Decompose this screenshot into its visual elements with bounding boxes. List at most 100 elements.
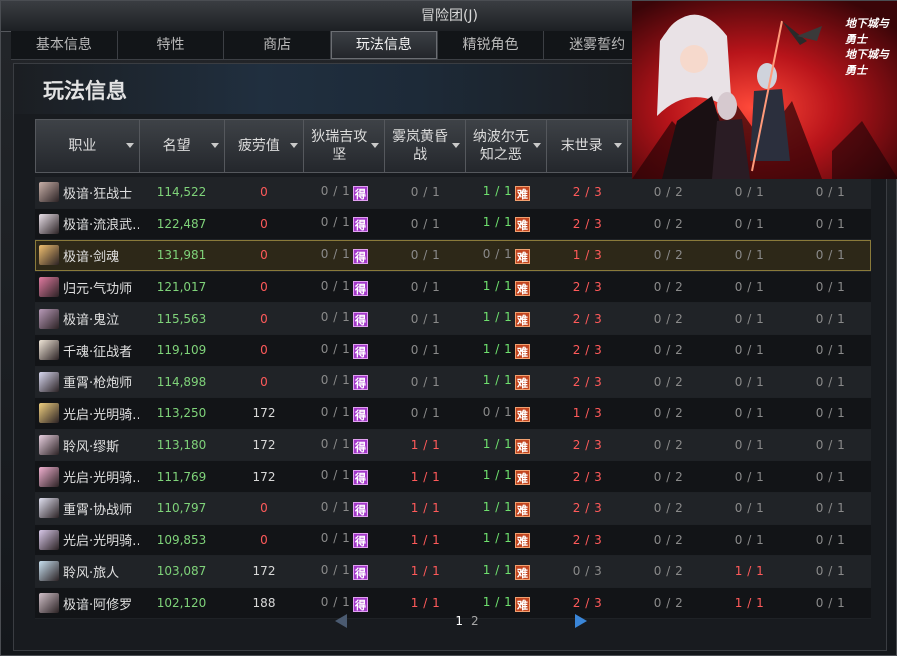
column-header-2[interactable]: 疲劳值 bbox=[225, 120, 305, 172]
progress-cell-q1: 0 / 1得 bbox=[304, 247, 385, 264]
progress-value: 0 / 1 bbox=[734, 185, 765, 200]
table-row[interactable]: 重霄·协战师 110,797 0 0 / 1得1 / 11 / 1难2 / 30 / … bbox=[35, 492, 871, 525]
tab-1[interactable]: 特性 bbox=[118, 31, 225, 59]
progress-cell-q1: 0 / 1得 bbox=[304, 373, 385, 391]
reward-badge-icon: 得 bbox=[353, 312, 369, 328]
progress-value: 1 / 1 bbox=[410, 596, 441, 611]
sort-arrow-icon[interactable] bbox=[290, 143, 299, 148]
progress-value: 0 / 2 bbox=[653, 469, 684, 484]
character-avatar-icon bbox=[39, 435, 59, 456]
reward-badge-icon: 得 bbox=[353, 375, 369, 391]
job-cell: 归元·气功师 bbox=[35, 277, 139, 298]
progress-cell-q7: 0 / 1 bbox=[790, 280, 871, 294]
progress-cell-q7: 0 / 1 bbox=[790, 533, 871, 547]
progress-cell-q7: 0 / 1 bbox=[790, 185, 871, 199]
prev-page-arrow-icon[interactable] bbox=[335, 614, 348, 628]
progress-value: 0 / 1 bbox=[734, 532, 765, 547]
progress-cell-q3: 1 / 1难 bbox=[466, 184, 547, 201]
progress-cell-q3: 1 / 1难 bbox=[466, 215, 547, 233]
fatigue-cell: 172 bbox=[252, 406, 276, 421]
tab-4[interactable]: 精锐角色 bbox=[438, 31, 545, 59]
pagination: 1 2 bbox=[331, 611, 591, 631]
progress-value: 0 / 2 bbox=[653, 438, 684, 453]
progress-value: 0 / 2 bbox=[653, 564, 684, 579]
tab-0[interactable]: 基本信息 bbox=[11, 31, 118, 59]
progress-value: 1 / 1 bbox=[734, 564, 765, 579]
sort-arrow-icon[interactable] bbox=[532, 143, 541, 148]
progress-cell-q1: 0 / 1得 bbox=[304, 500, 385, 517]
character-avatar-icon bbox=[39, 403, 59, 424]
progress-cell-q7: 0 / 1 bbox=[790, 217, 871, 231]
progress-value: 0 / 1 bbox=[410, 374, 441, 389]
progress-cell-q2: 0 / 1 bbox=[385, 217, 466, 231]
column-header-6[interactable]: 末世录 bbox=[547, 120, 628, 172]
progress-cell-q1: 0 / 1得 bbox=[304, 563, 385, 580]
progress-cell-q6: 0 / 1 bbox=[709, 438, 790, 452]
difficulty-badge-icon: 难 bbox=[515, 564, 531, 580]
page-number-2[interactable]: 2 bbox=[471, 614, 479, 628]
progress-cell-q5: 0 / 2 bbox=[628, 343, 709, 357]
fatigue-cell: 172 bbox=[252, 469, 276, 484]
job-name: 光启·光明骑… bbox=[63, 534, 139, 550]
tab-3[interactable]: 玩法信息 bbox=[331, 31, 438, 59]
progress-value: 0 / 1 bbox=[734, 343, 765, 358]
progress-value: 0 / 2 bbox=[653, 248, 684, 263]
page-number-current[interactable]: 1 bbox=[455, 614, 463, 628]
character-avatar-icon bbox=[39, 213, 59, 234]
progress-value: 0 / 1 bbox=[410, 406, 441, 421]
job-name: 千魂·征战者 bbox=[63, 344, 133, 360]
progress-value: 2 / 3 bbox=[572, 532, 603, 547]
column-header-label: 疲劳值 bbox=[237, 138, 280, 154]
fame-cell: 114,898 bbox=[156, 374, 207, 389]
progress-value: 0 / 1 bbox=[320, 310, 351, 325]
progress-cell-q3: 1 / 1难 bbox=[466, 595, 547, 612]
table-row[interactable]: 聆风·旅人 103,087 172 0 / 1得1 / 11 / 1难0 / 30 /… bbox=[35, 556, 871, 588]
fatigue-cell: 188 bbox=[252, 596, 276, 611]
character-avatar-icon bbox=[39, 371, 59, 392]
table-row[interactable]: 极谙·剑魂 131,981 0 0 / 1得0 / 10 / 1难1 / 30 / 2… bbox=[35, 240, 871, 272]
progress-cell-q1: 0 / 1得 bbox=[304, 215, 385, 233]
tab-2[interactable]: 商店 bbox=[224, 31, 332, 59]
job-name: 归元·气功师 bbox=[63, 281, 133, 297]
fame-cell: 115,563 bbox=[156, 311, 207, 326]
progress-cell-q5: 0 / 2 bbox=[628, 564, 709, 578]
progress-value: 0 / 1 bbox=[320, 341, 351, 356]
table-row[interactable]: 极谙·流浪武… 122,487 0 0 / 1得0 / 11 / 1难2 / 30 /… bbox=[35, 208, 871, 241]
table-row[interactable]: 千魂·征战者 119,109 0 0 / 1得0 / 11 / 1难2 / 30 / … bbox=[35, 334, 871, 367]
column-header-0[interactable]: 职业 bbox=[36, 120, 140, 172]
table-row[interactable]: 聆风·缪斯 113,180 172 0 / 1得1 / 11 / 1难2 / 30 /… bbox=[35, 429, 871, 462]
sort-arrow-icon[interactable] bbox=[451, 143, 460, 148]
progress-cell-q2: 1 / 1 bbox=[385, 596, 466, 610]
character-avatar-icon bbox=[39, 593, 59, 614]
table-row[interactable]: 极谙·狂战士 114,522 0 0 / 1得0 / 11 / 1难2 / 30 / … bbox=[35, 177, 871, 209]
difficulty-badge-icon: 难 bbox=[515, 248, 531, 264]
table-row[interactable]: 光启·光明骑… 111,769 172 0 / 1得1 / 11 / 1难2 / 30… bbox=[35, 461, 871, 493]
progress-cell-q6: 0 / 1 bbox=[709, 280, 790, 294]
table-row[interactable]: 光启·光明骑… 113,250 172 0 / 1得0 / 10 / 1难1 / 30… bbox=[35, 398, 871, 430]
column-header-4[interactable]: 雾岚黄昏战 bbox=[385, 120, 466, 172]
job-name: 极谙·鬼泣 bbox=[63, 313, 120, 329]
next-page-arrow-icon[interactable] bbox=[574, 614, 587, 628]
progress-value: 2 / 3 bbox=[572, 185, 603, 200]
progress-value: 1 / 1 bbox=[482, 310, 513, 325]
reward-badge-icon: 得 bbox=[353, 248, 369, 264]
column-header-3[interactable]: 狄瑞吉攻坚 bbox=[304, 120, 386, 172]
column-header-1[interactable]: 名望 bbox=[140, 120, 225, 172]
table-row[interactable]: 归元·气功师 121,017 0 0 / 1得0 / 11 / 1难2 / 30 / … bbox=[35, 271, 871, 304]
sort-arrow-icon[interactable] bbox=[125, 143, 134, 148]
progress-value: 0 / 1 bbox=[734, 280, 765, 295]
sort-arrow-icon[interactable] bbox=[210, 143, 219, 148]
progress-cell-q6: 0 / 1 bbox=[709, 248, 790, 262]
progress-value: 1 / 1 bbox=[410, 501, 441, 516]
progress-cell-q6: 0 / 1 bbox=[709, 470, 790, 484]
table-row[interactable]: 光启·光明骑… 109,853 0 0 / 1得1 / 11 / 1难2 / 30 /… bbox=[35, 524, 871, 557]
sort-arrow-icon[interactable] bbox=[613, 143, 622, 148]
fatigue-cell: 0 bbox=[260, 311, 268, 326]
progress-value: 0 / 1 bbox=[410, 216, 441, 231]
table-row[interactable]: 极谙·鬼泣 115,563 0 0 / 1得0 / 11 / 1难2 / 30 / 2… bbox=[35, 303, 871, 335]
column-header-5[interactable]: 纳波尔无知之恶 bbox=[466, 120, 547, 172]
table-row[interactable]: 重霄·枪炮师 114,898 0 0 / 1得0 / 11 / 1难2 / 30 / … bbox=[35, 366, 871, 399]
progress-cell-q6: 1 / 1 bbox=[709, 564, 790, 578]
sort-arrow-icon[interactable] bbox=[371, 143, 380, 148]
progress-cell-q1: 0 / 1得 bbox=[304, 595, 385, 612]
